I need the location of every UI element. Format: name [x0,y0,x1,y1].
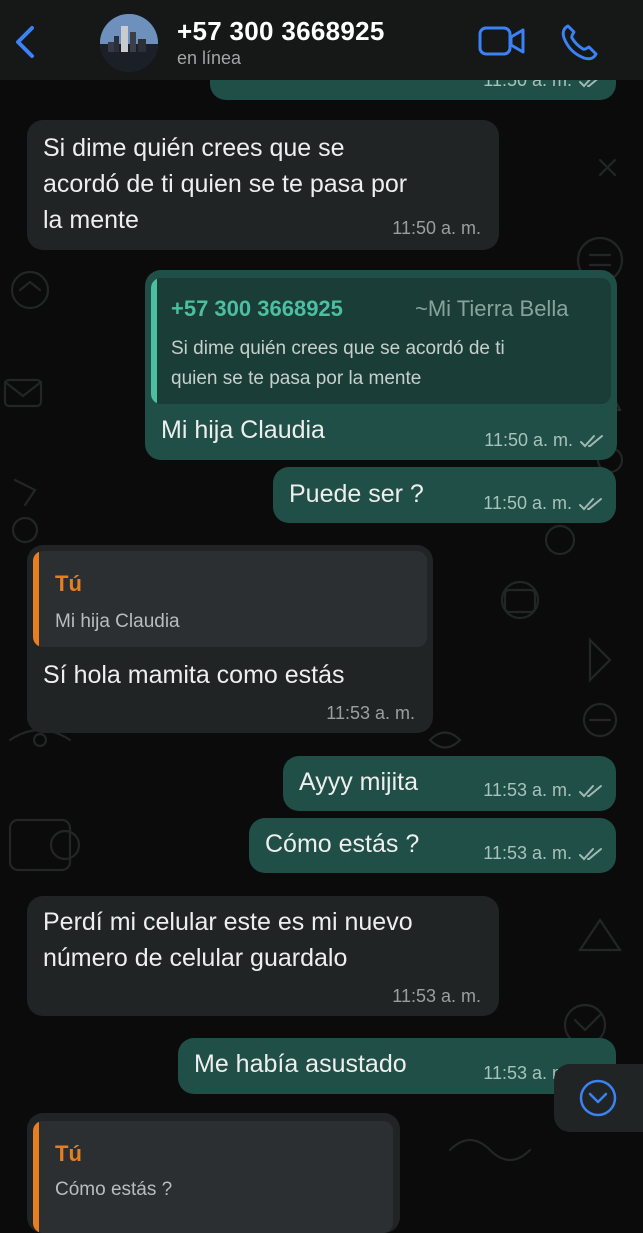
avatar[interactable] [100,14,158,72]
message-text: Me había asustado [194,1050,407,1078]
message-time: 11:50 a. m. [483,493,572,513]
quote-text: quien se te pasa por la mente [171,368,422,389]
message-incoming[interactable]: Tú Mi hija Claudia Sí hola mamita como e… [27,545,433,733]
message-incoming[interactable]: Si dime quién crees que se acordó de ti … [27,120,499,250]
message-time: 11:50 a. m. [484,430,573,450]
message-time: 11:53 a. m. [392,986,481,1006]
message-text: Perdí mi celular este es mi nuevo [43,908,413,936]
chevron-down-circle-icon [579,1079,617,1117]
read-receipt-icon [579,785,602,798]
quote-subtitle: ~Mi Tierra Bella [415,296,569,321]
quote-text: Si dime quién crees que se acordó de ti [171,338,505,359]
read-receipt-icon [579,848,602,861]
quote-text: Mi hija Claudia [55,611,180,632]
message-text: Ayyy mijita [299,768,419,796]
message-outgoing[interactable]: Cómo estás ? 11:53 a. m. [249,818,616,873]
message-text: Sí hola mamita como estás [43,661,345,689]
message-time: 11:53 a. m. [326,703,415,723]
message-text: Mi hija Claudia [161,416,325,444]
chevron-left-icon[interactable] [10,22,40,62]
message-incoming[interactable]: Perdí mi celular este es mi nuevo número… [27,896,499,1016]
contact-status: en línea [177,48,242,68]
quote-author: +57 300 3668925 [171,296,343,321]
message-outgoing[interactable]: +57 300 3668925 ~Mi Tierra Bella Si dime… [145,270,617,460]
message-time: 11:53 a. m. [483,843,572,863]
message-outgoing[interactable]: Puede ser ? 11:50 a. m. [273,467,616,523]
quoted-message[interactable]: Tú Cómo estás ? [33,1121,393,1233]
contact-name[interactable]: +57 300 3668925 [177,16,385,47]
message-text: Si dime quién crees que se [43,134,345,162]
message-text: Puede ser ? [289,480,424,508]
message-outgoing[interactable]: Me había asustado 11:53 a. m. [178,1038,616,1094]
quoted-message[interactable]: +57 300 3668925 ~Mi Tierra Bella Si dime… [151,278,611,404]
quote-author: Tú [55,1141,82,1166]
message-text: acordó de ti quien se te pasa por [43,170,408,198]
quoted-message[interactable]: Tú Mi hija Claudia [33,551,427,647]
quote-text: Cómo estás ? [55,1179,173,1200]
chat-header: +57 300 3668925 en línea [0,0,643,80]
message-text: número de celular guardalo [43,944,348,972]
message-time: 11:53 a. m. [483,780,572,800]
message-time: 11:50 a. m. [392,218,481,238]
phone-call-icon[interactable] [560,22,600,62]
read-receipt-icon [579,498,602,511]
quote-bar [33,551,39,647]
scroll-to-bottom-button[interactable] [554,1064,643,1132]
read-receipt-icon [580,435,603,448]
message-text: Cómo estás ? [265,830,420,858]
message-incoming[interactable]: Tú Cómo estás ? [27,1113,400,1233]
message-text: la mente [43,206,139,234]
quote-bar [151,278,157,404]
quote-bar [33,1121,39,1233]
quote-author: Tú [55,571,82,596]
message-outgoing[interactable]: Ayyy mijita 11:53 a. m. [283,756,616,811]
video-call-icon[interactable] [478,24,526,58]
